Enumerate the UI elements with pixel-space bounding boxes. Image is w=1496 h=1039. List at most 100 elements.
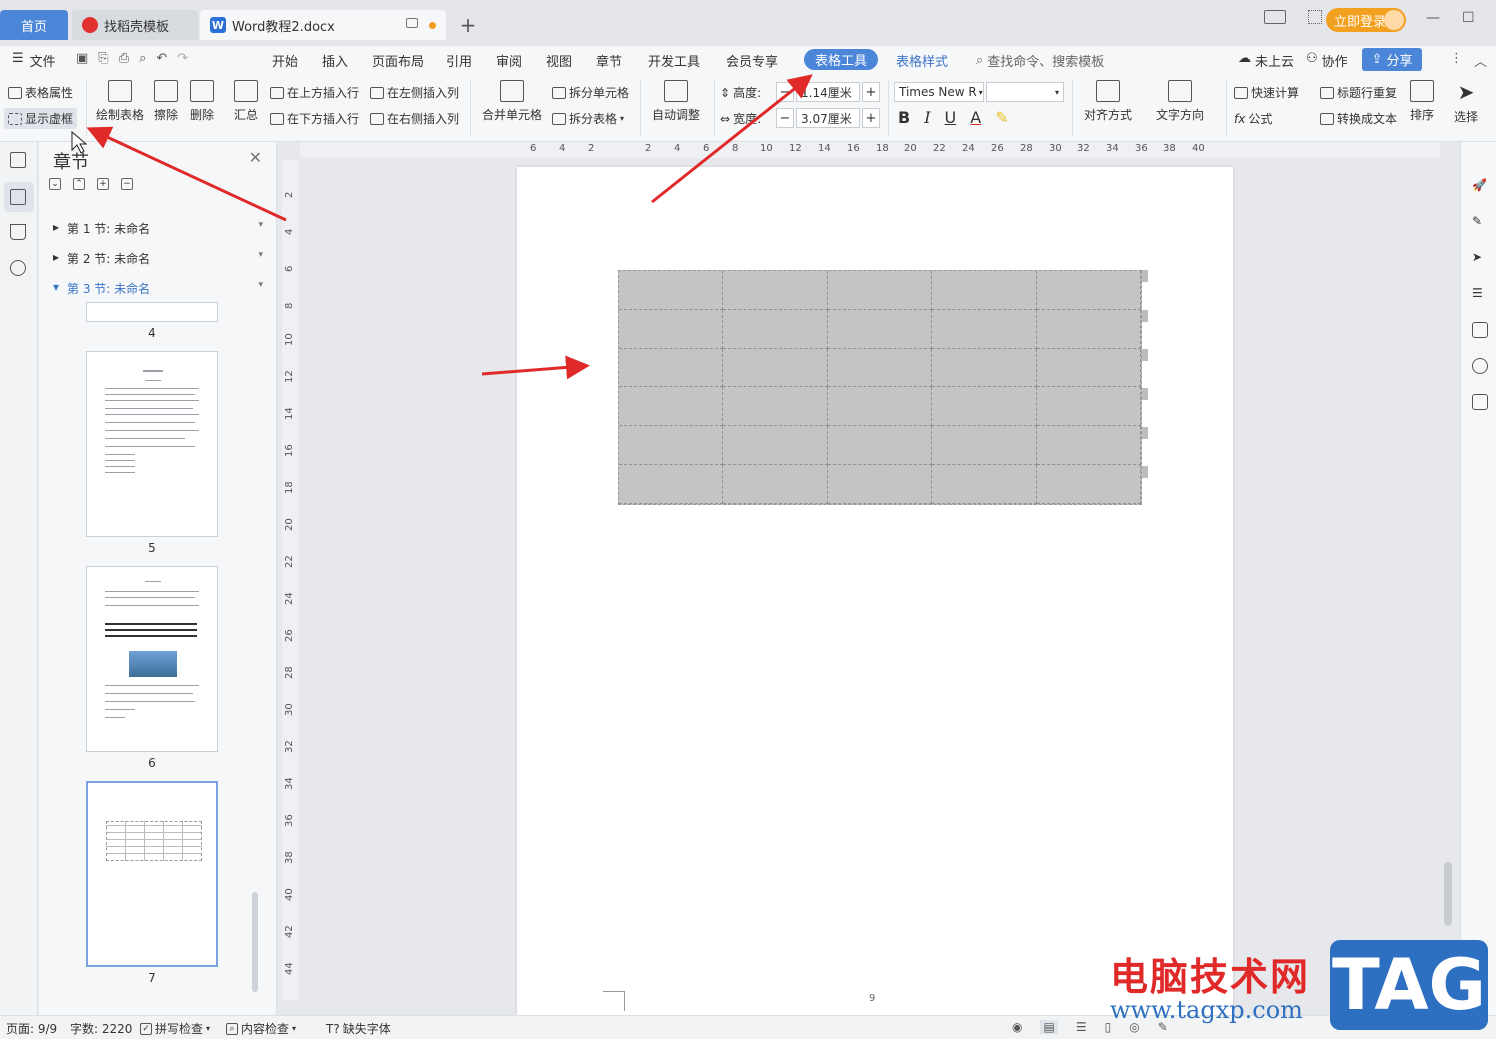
new-tab-button[interactable]: + <box>456 10 480 40</box>
table-cell[interactable] <box>723 271 828 310</box>
table-cell[interactable] <box>932 387 1037 427</box>
insert-row-above-button[interactable]: 在上方插入行 <box>270 84 359 101</box>
page-indicator[interactable]: 页面: 9/9 <box>6 1020 57 1037</box>
redo-icon[interactable]: ↷ <box>177 51 188 66</box>
width-decrease-button[interactable]: − <box>776 108 794 128</box>
sliders-icon[interactable]: ☰ <box>1472 286 1488 302</box>
menu-table-tools[interactable]: 表格工具 <box>804 49 878 70</box>
menu-table-style[interactable]: 表格样式 <box>896 51 948 70</box>
formula-button[interactable]: fx 公式 <box>1234 110 1272 127</box>
menu-member[interactable]: 会员专享 <box>726 51 778 70</box>
menu-insert[interactable]: 插入 <box>322 51 348 70</box>
table-cell[interactable] <box>723 348 828 388</box>
height-decrease-button[interactable]: − <box>776 82 794 102</box>
row-resize-handle[interactable] <box>1142 310 1148 322</box>
split-table-button[interactable]: 拆分表格 ▾ <box>552 110 624 127</box>
table-cell[interactable] <box>827 348 933 388</box>
image-icon[interactable] <box>1472 322 1488 338</box>
collapse-all-icon[interactable]: ⌃ <box>73 178 85 190</box>
table-properties-button[interactable]: 表格属性 <box>8 84 73 101</box>
compass-icon[interactable] <box>1472 358 1488 374</box>
bookmark-icon[interactable] <box>10 224 26 240</box>
table-cell[interactable] <box>1036 271 1141 310</box>
table-cell[interactable] <box>723 465 828 504</box>
vertical-ruler[interactable]: 2 4 6 8 10 12 14 16 18 20 22 24 26 28 30 32 34 36 38 40 42 44 <box>282 160 298 1000</box>
table-cell[interactable] <box>619 348 724 388</box>
minimize-icon[interactable]: — <box>1426 10 1440 26</box>
table-cell[interactable] <box>723 309 828 349</box>
table-cell[interactable] <box>932 271 1037 310</box>
table-cell[interactable] <box>1036 387 1141 427</box>
merge-cells-button[interactable]: 合并单元格 <box>482 80 542 123</box>
menu-page-layout[interactable]: 页面布局 <box>372 51 424 70</box>
page-thumbnail-6[interactable] <box>86 566 218 752</box>
width-input[interactable]: 3.07厘米 <box>796 108 860 128</box>
chevron-down-icon[interactable]: ▾ <box>258 250 263 267</box>
insert-col-left-button[interactable]: 在左侧插入列 <box>370 84 459 101</box>
text-direction-button[interactable]: 文字方向 <box>1156 80 1204 123</box>
collapse-ribbon-icon[interactable]: ︿ <box>1474 51 1487 70</box>
tab-daoke[interactable]: 找稻壳模板 <box>72 10 198 40</box>
highlight-icon[interactable]: ✎ <box>995 108 1008 127</box>
section-item[interactable]: ▸ 第 2 节: 未命名 ▾ <box>53 250 263 267</box>
table-cell[interactable] <box>619 271 724 310</box>
print-preview-icon[interactable]: ⌕ <box>139 51 146 66</box>
font-name-select[interactable]: Times New R ▾ <box>894 82 984 102</box>
maximize-icon[interactable]: ☐ <box>1462 10 1475 26</box>
font-size-select[interactable]: ▾ <box>986 82 1064 102</box>
horizontal-ruler[interactable]: 6 4 2 2 4 6 8 10 12 14 16 18 20 22 24 26 28 30 32 34 36 38 40 <box>300 142 1440 158</box>
draw-table-button[interactable]: 绘制表格 <box>96 80 144 123</box>
page-thumbnail-4[interactable] <box>86 302 218 322</box>
document-scrollbar[interactable] <box>1444 862 1452 926</box>
table-cell[interactable] <box>932 309 1037 349</box>
menu-chapter[interactable]: 章节 <box>596 51 622 70</box>
table-cell[interactable] <box>619 465 724 504</box>
close-icon[interactable]: ✕ <box>249 148 262 167</box>
table-cell[interactable] <box>932 465 1037 504</box>
split-cells-button[interactable]: 拆分单元格 <box>552 84 629 101</box>
expand-all-icon[interactable]: ⌄ <box>49 178 61 190</box>
row-resize-handle[interactable] <box>1142 270 1148 282</box>
export-pdf-icon[interactable]: ⎘ <box>98 51 108 66</box>
table-cell[interactable] <box>723 426 828 466</box>
document-page[interactable]: 9 <box>517 167 1233 1015</box>
table-cell[interactable] <box>1036 348 1141 388</box>
cloud-status[interactable]: ☁ 未上云 <box>1238 51 1294 70</box>
section-item[interactable]: ▸ 第 1 节: 未命名 ▾ <box>53 220 263 237</box>
font-color-icon[interactable]: A <box>970 108 981 127</box>
monitor-icon[interactable] <box>406 18 418 28</box>
book-icon[interactable] <box>1472 394 1488 410</box>
show-gridlines-button[interactable]: 显示虚框 <box>4 108 78 129</box>
search-icon[interactable] <box>10 260 26 276</box>
sort-button[interactable]: 排序 <box>1410 80 1434 123</box>
table-cell[interactable] <box>619 387 724 427</box>
page-thumbnail-5[interactable] <box>86 351 218 537</box>
chevron-down-icon[interactable]: ▾ <box>258 220 263 237</box>
insert-row-below-button[interactable]: 在下方插入行 <box>270 110 359 127</box>
rocket-icon[interactable]: 🚀 <box>1472 178 1488 194</box>
convert-to-text-button[interactable]: 转换成文本 <box>1320 110 1397 127</box>
insert-col-right-button[interactable]: 在右侧插入列 <box>370 110 459 127</box>
menu-references[interactable]: 引用 <box>446 51 472 70</box>
erase-button[interactable]: 擦除 <box>154 80 178 123</box>
delete-button[interactable]: 删除 <box>190 80 214 123</box>
share-button[interactable]: ⇪ 分享 <box>1362 48 1422 71</box>
menu-start[interactable]: 开始 <box>272 51 298 70</box>
undo-icon[interactable]: ↶ <box>156 51 167 66</box>
print-icon[interactable]: ⎙ <box>119 51 129 66</box>
quick-calc-button[interactable]: 快速计算 <box>1234 84 1299 101</box>
document-table[interactable] <box>618 270 1142 505</box>
word-count[interactable]: 字数: 2220 <box>70 1020 132 1037</box>
chevron-down-icon[interactable]: ▾ <box>258 280 263 297</box>
pointer-icon[interactable]: ➤ <box>1472 250 1488 266</box>
remove-section-icon[interactable]: − <box>121 178 133 190</box>
more-icon[interactable]: ⋮ <box>1450 51 1463 66</box>
grid-apps-icon[interactable] <box>1308 10 1322 24</box>
table-cell[interactable] <box>932 348 1037 388</box>
chapter-scrollbar[interactable] <box>252 892 258 992</box>
table-cell[interactable] <box>827 387 933 427</box>
table-cell[interactable] <box>619 426 724 466</box>
menu-review[interactable]: 审阅 <box>496 51 522 70</box>
header-repeat-button[interactable]: 标题行重复 <box>1320 84 1397 101</box>
tab-document[interactable]: W Word教程2.docx <box>200 10 446 40</box>
